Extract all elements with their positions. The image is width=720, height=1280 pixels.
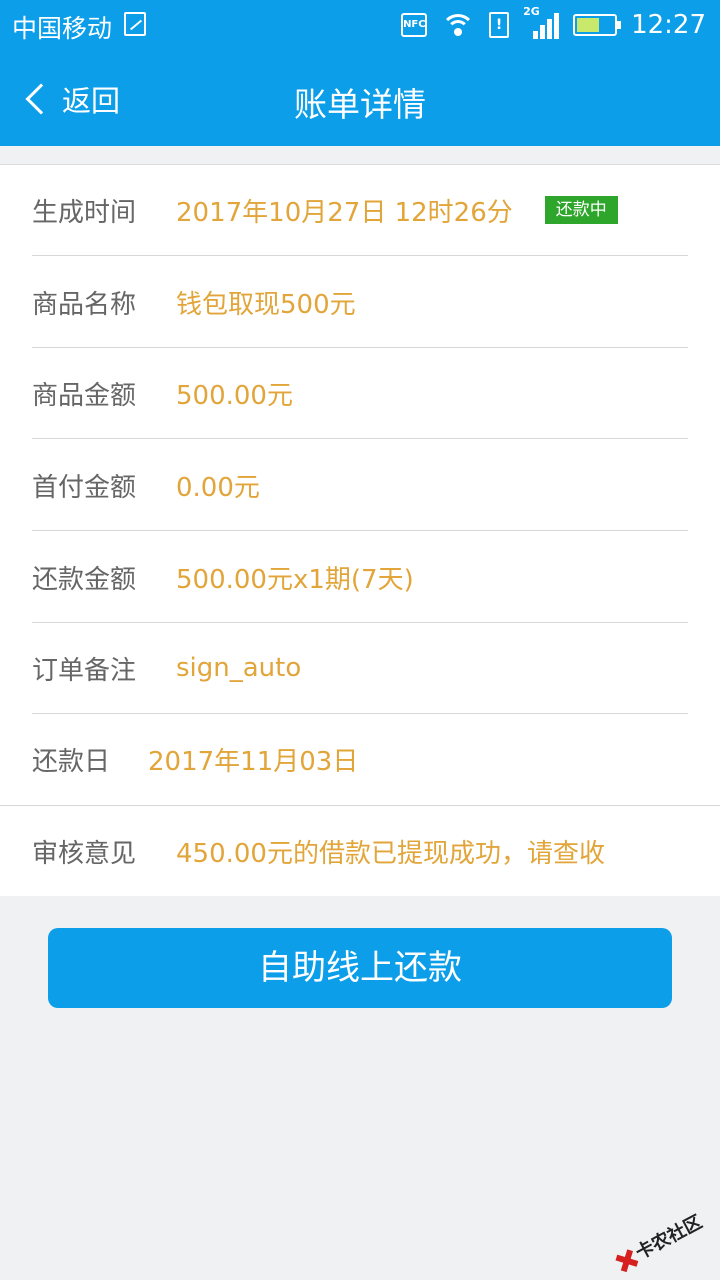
network-type: 2G xyxy=(523,5,540,18)
row-label: 还款金额 xyxy=(32,564,137,595)
nav-header: 返回 账单详情 xyxy=(0,50,720,146)
bill-detail-card: 生成时间 2017年10月27日 12时26分 还款中 商品名称 钱包取现500… xyxy=(0,164,720,896)
row-value: 0.00元 xyxy=(176,472,260,503)
row-label: 还款日 xyxy=(32,747,111,777)
watermark-logo: 卡农社区 xyxy=(599,1188,719,1280)
status-bar: 中国移动 NFC ! 2G 12:27 xyxy=(0,0,720,50)
wifi-icon xyxy=(441,12,476,38)
row-label: 审核意见 xyxy=(32,839,137,869)
page-title: 账单详情 xyxy=(294,85,426,124)
row-value: 2017年11月03日 xyxy=(148,747,359,777)
row-value: sign_auto xyxy=(176,653,302,683)
row-due-date: 还款日 2017年11月03日 xyxy=(32,714,688,805)
row-created-time: 生成时间 2017年10月27日 12时26分 还款中 xyxy=(32,165,688,256)
row-label: 商品名称 xyxy=(32,289,137,320)
row-repay-amount: 还款金额 500.00元x1期(7天) xyxy=(32,532,688,623)
status-time: 12:27 xyxy=(631,10,706,40)
row-order-note: 订单备注 sign_auto xyxy=(32,623,688,714)
row-product-name: 商品名称 钱包取现500元 xyxy=(32,257,688,348)
gallery-notification-icon xyxy=(124,12,146,36)
row-value: 450.00元的借款已提现成功，请查收 xyxy=(176,839,605,869)
row-product-amount: 商品金额 500.00元 xyxy=(32,348,688,439)
row-value: 500.00元 xyxy=(176,380,293,411)
sim-alert-icon: ! xyxy=(489,12,510,38)
row-label: 商品金额 xyxy=(32,380,137,411)
row-review-opinion: 审核意见 450.00元的借款已提现成功，请查收 xyxy=(32,806,688,897)
row-down-payment: 首付金额 0.00元 xyxy=(32,440,688,531)
row-label: 生成时间 xyxy=(32,197,137,228)
row-value: 钱包取现500元 xyxy=(176,289,356,320)
battery-icon xyxy=(573,14,622,36)
status-icons: NFC ! 2G 12:27 xyxy=(401,5,706,43)
watermark-text: 卡农社区 xyxy=(632,1211,706,1264)
online-repay-button[interactable]: 自助线上还款 xyxy=(48,928,672,1008)
carrier-name: 中国移动 xyxy=(12,14,113,43)
row-label: 订单备注 xyxy=(32,655,137,686)
nfc-icon: NFC xyxy=(401,13,428,37)
row-value: 500.00元x1期(7天) xyxy=(176,564,414,595)
status-badge: 还款中 xyxy=(544,196,618,224)
row-value: 2017年10月27日 12时26分 xyxy=(176,197,513,228)
row-label: 首付金额 xyxy=(32,472,137,503)
signal-icon: 2G xyxy=(523,5,560,39)
